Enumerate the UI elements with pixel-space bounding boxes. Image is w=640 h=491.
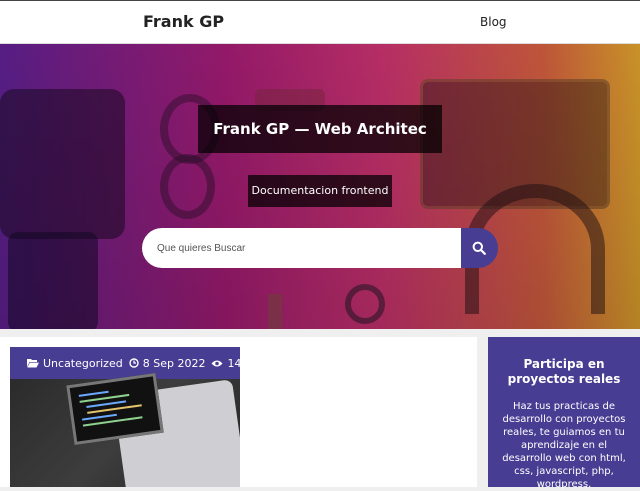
post-category-label: Uncategorized [43,356,123,370]
post-date-label: 8 Sep 2022 [142,356,206,370]
eye-icon [211,360,223,366]
post-date: 8 Sep 2022 [129,356,206,370]
navbar: Frank GP Blog [0,1,640,44]
post-meta-bar: Uncategorized 8 Sep 2022 14 [10,347,240,379]
post-card[interactable]: Uncategorized 8 Sep 2022 14 [10,347,240,487]
laptop-screen [66,373,164,445]
clock-icon [129,358,139,368]
folder-open-icon [27,359,39,368]
sidebar-text: Haz tus practicas de desarrollo con proy… [502,401,626,490]
hero-subtitle: Documentacion frontend [248,175,392,207]
nav-link-blog[interactable]: Blog [480,15,507,29]
hero-banner: Frank GP — Web Architec Documentacion fr… [0,44,640,329]
search-input[interactable] [142,228,464,268]
post-thumbnail[interactable] [10,373,240,487]
post-views-count: 14 [227,356,240,370]
search-button[interactable] [461,228,498,268]
search-icon [472,241,486,255]
site-brand[interactable]: Frank GP [143,12,224,31]
hero-title: Frank GP — Web Architec [198,105,442,153]
post-views: 14 [211,357,240,370]
post-category[interactable]: Uncategorized [27,357,123,370]
search-form [142,228,498,268]
sidebar-promo: Participa en proyectos reales Haz tus pr… [488,337,640,490]
sidebar-title: Participa en proyectos reales [507,357,621,386]
